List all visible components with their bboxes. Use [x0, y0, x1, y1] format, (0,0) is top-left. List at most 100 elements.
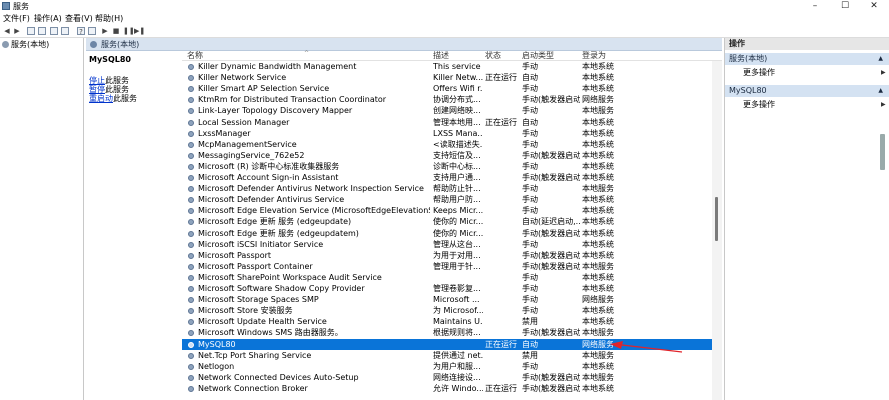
cell-logon: 本地系统 [582, 128, 614, 138]
back-arrow-icon[interactable]: ◀ [3, 27, 11, 35]
menu-view[interactable]: 查看(V) [65, 14, 93, 24]
service-gear-icon [188, 263, 194, 270]
cell-name: Microsoft iSCSI Initiator Service [198, 239, 324, 249]
collapse-up-icon[interactable]: ▲ [878, 85, 883, 97]
table-row[interactable]: Microsoft Account Sign-in Assistant 支持用户通… [182, 172, 712, 183]
selected-service-name: MySQL80 [89, 55, 131, 64]
cell-desc: 使你的 Micr... [433, 217, 483, 227]
cell-name: Killer Dynamic Bandwidth Management [198, 62, 357, 71]
actions-section-services-local[interactable]: 服务(本地) ▲ [725, 53, 889, 65]
scrollbar-thumb[interactable] [715, 197, 718, 241]
window-title: 服务 [13, 2, 29, 11]
actions-header: 操作 [725, 38, 889, 50]
pause-service-line: 暂停此服务 [89, 85, 129, 94]
table-row[interactable]: Netlogon 为用户和服... 手动 本地系统 [182, 361, 712, 372]
service-gear-icon [188, 130, 194, 137]
cell-desc: 诊断中心标... [433, 161, 481, 171]
maximize-button[interactable]: ☐ [830, 0, 860, 13]
properties-icon[interactable] [88, 27, 96, 35]
table-row[interactable]: Killer Network Service Killer Netw... 正在运行… [182, 72, 712, 83]
table-row[interactable]: Link-Layer Topology Discovery Mapper 创建网络… [182, 105, 712, 116]
cell-logon: 本地系统 [582, 217, 614, 227]
start-service-icon[interactable]: ▶ [101, 27, 109, 35]
table-row[interactable]: Local Session Manager 管理本地用... 正在运行 自动 本地系统 [182, 117, 712, 128]
restart-service-link[interactable]: 重启动 [89, 94, 113, 103]
table-row[interactable]: Killer Dynamic Bandwidth Management This … [182, 61, 712, 72]
table-row[interactable]: Microsoft Defender Antivirus Service 帮助用户… [182, 194, 712, 205]
table-row[interactable]: Microsoft SharePoint Workspace Audit Ser… [182, 272, 712, 283]
cell-logon: 本地系统 [582, 117, 614, 127]
table-row[interactable]: McpManagementService <读取描述失... 手动 本地系统 [182, 139, 712, 150]
stop-service-link[interactable]: 停止 [89, 76, 105, 85]
table-row[interactable]: Microsoft Software Shadow Copy Provider 管… [182, 283, 712, 294]
close-button[interactable]: ✕ [859, 0, 889, 13]
actions-section-mysql80[interactable]: MySQL80 ▲ [725, 85, 889, 97]
cell-logon: 本地系统 [582, 84, 614, 94]
service-gear-icon [188, 374, 194, 381]
forward-arrow-icon[interactable]: ▶ [13, 27, 21, 35]
table-row[interactable]: Microsoft (R) 诊断中心标准收集器服务 诊断中心标... 手动 本地系统 [182, 161, 712, 172]
service-gear-icon [188, 186, 194, 193]
column-status[interactable]: 状态 [485, 51, 501, 60]
service-gear-icon [188, 286, 194, 292]
menu-action[interactable]: 操作(A) [34, 14, 62, 24]
table-row[interactable]: Microsoft Edge 更新 服务 (edgeupdatem) 使你的 Mi… [182, 228, 712, 239]
services-list-scrollbar[interactable] [712, 61, 722, 400]
table-row[interactable]: Microsoft Storage Spaces SMP Microsoft ..… [182, 294, 712, 305]
service-gear-icon [188, 75, 194, 82]
table-row[interactable]: Microsoft Edge Elevation Service (Micros… [182, 205, 712, 216]
tree-item-services-local[interactable]: 服务(本地) [2, 40, 49, 50]
show-list-icon[interactable] [38, 27, 46, 35]
more-actions-mysql80[interactable]: 更多操作 ▶ [743, 100, 886, 110]
collapse-up-icon[interactable]: ▲ [878, 53, 883, 65]
column-logon-as[interactable]: 登录为 [582, 51, 606, 60]
table-row[interactable]: MessagingService_762e52 支持短信及... 手动(触发器启动)… [182, 150, 712, 161]
pause-service-icon[interactable]: ❚❚ [123, 27, 135, 35]
menu-file[interactable]: 文件(F) [3, 14, 30, 24]
cell-name: Microsoft Defender Antivirus Network Ins… [198, 184, 424, 194]
column-name[interactable]: 名称 [187, 51, 203, 60]
cell-name: Microsoft SharePoint Workspace Audit Ser… [198, 272, 382, 282]
column-startup-type[interactable]: 启动类型 [522, 51, 554, 60]
cell-startup: 手动 [522, 361, 538, 371]
service-detail-pane: MySQL80 停止此服务 暂停此服务 重启动此服务 [86, 51, 182, 400]
cell-name: Microsoft Update Health Service [198, 317, 327, 327]
table-row[interactable]: Killer Smart AP Selection Service Offers … [182, 83, 712, 94]
table-row[interactable]: Net.Tcp Port Sharing Service 提供通过 net... 禁… [182, 350, 712, 361]
table-row[interactable]: Microsoft Windows SMS 路由器服务。 根据规则将... 手动(触… [182, 327, 712, 338]
cell-name: Microsoft Defender Antivirus Service [198, 195, 345, 205]
more-actions-services-local[interactable]: 更多操作 ▶ [743, 68, 886, 78]
stop-service-icon[interactable]: ■ [112, 27, 120, 35]
table-row[interactable]: Microsoft Passport 为用于对用... 手动(触发器启动) 本地系统 [182, 250, 712, 261]
pause-service-link[interactable]: 暂停 [89, 85, 105, 94]
cell-logon: 本地系统 [582, 272, 614, 282]
refresh-icon[interactable] [50, 27, 58, 35]
restart-service-icon[interactable]: ▶❚ [134, 27, 145, 35]
service-gear-icon [188, 152, 194, 159]
table-row[interactable]: Microsoft Defender Antivirus Network Ins… [182, 183, 712, 194]
service-gear-icon [188, 119, 194, 126]
minimize-button[interactable]: – [800, 0, 830, 13]
cell-logon: 本地服务 [582, 372, 614, 382]
cell-name: MySQL80 [198, 339, 236, 349]
table-row[interactable]: Microsoft Store 安装服务 为 Microsof... 手动 本地系统 [182, 305, 712, 316]
table-row[interactable]: Microsoft Edge 更新 服务 (edgeupdate) 使你的 Mic… [182, 216, 712, 227]
cell-logon: 本地服务 [582, 328, 614, 338]
table-row[interactable]: Network Connected Devices Auto-Setup 网络连接… [182, 372, 712, 383]
window-edge-scrollbar[interactable] [880, 134, 885, 170]
service-gear-icon [188, 175, 194, 181]
column-description[interactable]: 描述 [433, 51, 449, 60]
help-icon[interactable]: ? [77, 27, 85, 36]
table-row[interactable]: Microsoft Passport Container 管理用于针... 手动(触… [182, 261, 712, 272]
table-row[interactable]: LxssManager LXSS Mana... 手动 本地系统 [182, 128, 712, 139]
service-gear-icon [188, 308, 194, 315]
console-tree-icon[interactable] [27, 27, 35, 35]
table-row[interactable]: Microsoft Update Health Service Maintains… [182, 316, 712, 327]
cell-name: Killer Network Service [198, 73, 287, 83]
table-row[interactable]: Microsoft iSCSI Initiator Service 管理从这台..… [182, 239, 712, 250]
table-row[interactable]: Network Connection Broker 允许 Windo... 正在运行… [182, 383, 712, 394]
table-row-selected[interactable]: MySQL80 正在运行 自动 网络服务 [182, 338, 712, 350]
table-row[interactable]: KtmRm for Distributed Transaction Coordi… [182, 94, 712, 105]
menu-help[interactable]: 帮助(H) [95, 14, 123, 24]
export-list-icon[interactable] [61, 27, 69, 35]
